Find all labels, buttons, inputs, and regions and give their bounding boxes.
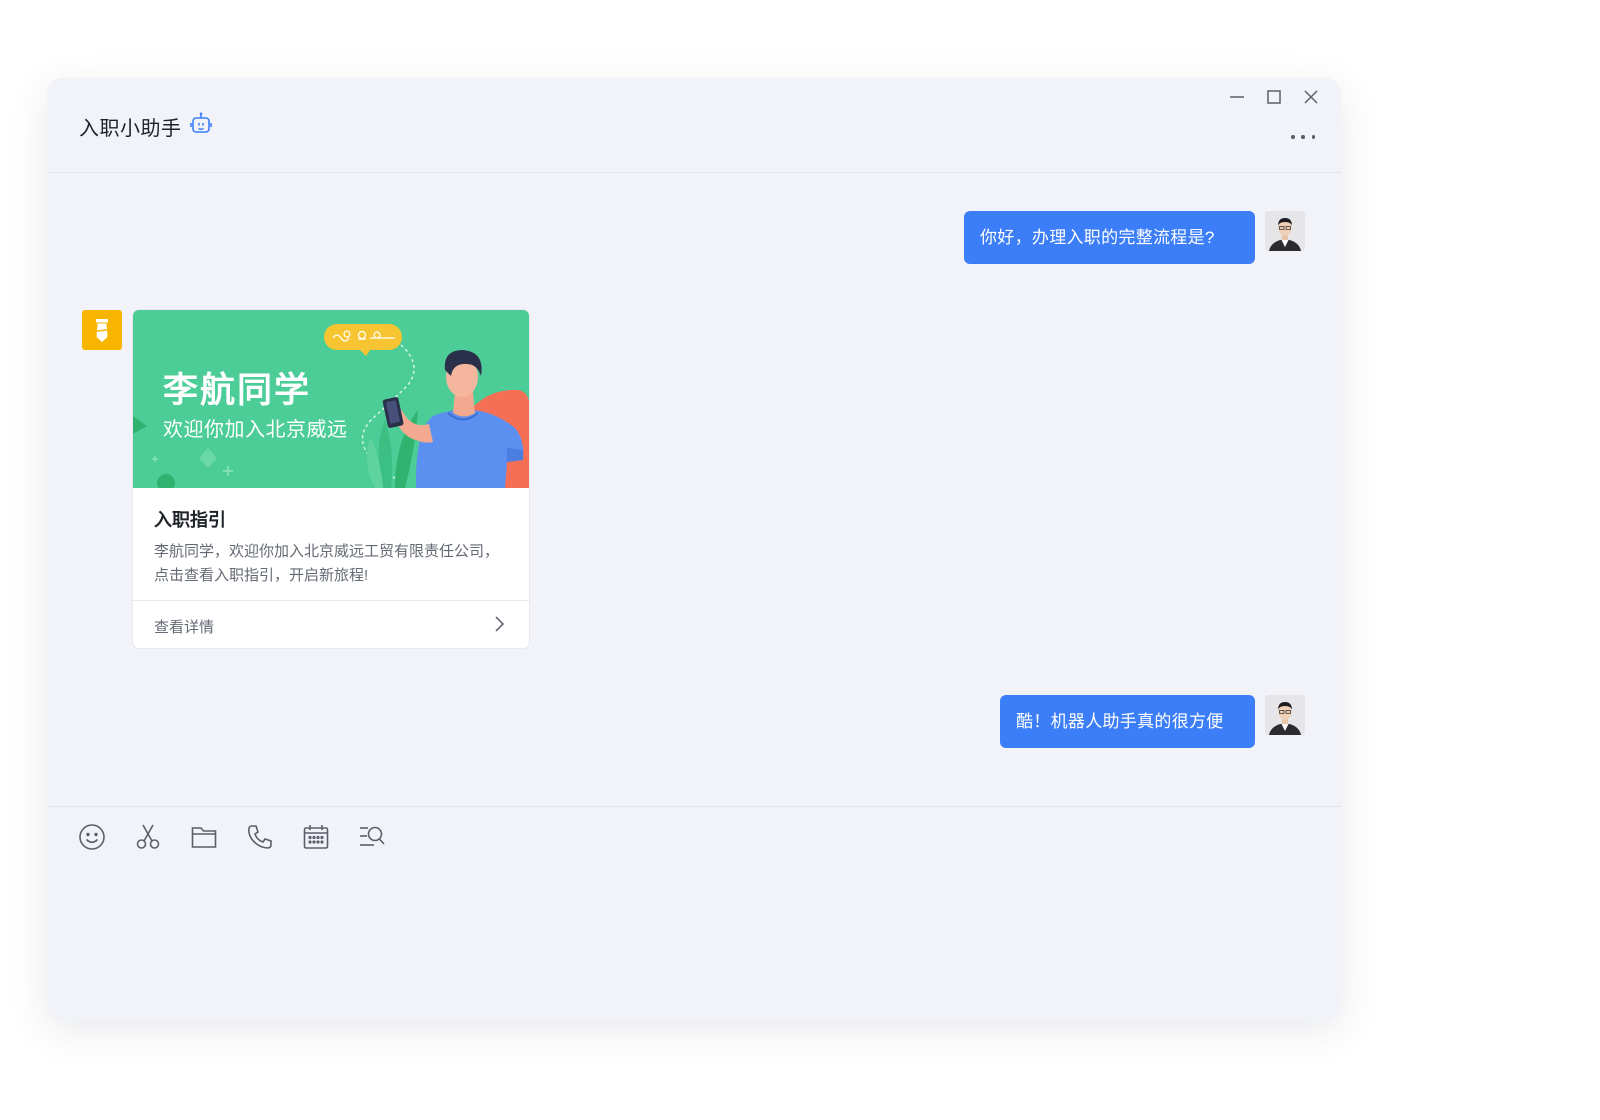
scissors-icon [136,824,160,849]
folder-icon [191,827,217,848]
more-dot [1291,135,1295,139]
message-input-area[interactable] [47,806,1341,1020]
user-avatar[interactable] [1265,695,1305,735]
input-toolbar [78,823,386,851]
calendar-button[interactable] [302,823,330,851]
call-button[interactable] [246,823,274,851]
view-details-label: 查看详情 [154,619,215,636]
close-button[interactable] [1300,86,1321,107]
chat-header: 入职小助手 [47,78,1341,173]
maximize-button[interactable] [1263,86,1284,107]
file-button[interactable] [190,823,218,851]
banner-subtitle: 欢迎你加入北京威远 [163,419,348,441]
maximize-icon [1266,89,1281,104]
more-dot [1301,135,1305,139]
search-history-button[interactable] [358,823,386,851]
card-description: 李航同学，欢迎你加入北京威远工贸有限责任公司，点击查看入职指引，开启新旅程! [154,543,500,584]
onboarding-card[interactable]: 李航同学 欢迎你加入北京威远 入职指引 李航同学，欢迎你加入北京威远工贸有限责任… [133,310,529,648]
chat-window: 入职小助手 你好，办理入职的完整流程是? 李航同学 欢迎你加入北京威远 入职指引… [47,78,1341,1020]
user-message-bubble: 酷！机器人助手真的很方便 [1000,695,1255,748]
emoji-button[interactable] [78,823,106,851]
view-details-button[interactable]: 查看详情 [133,600,529,648]
robot-icon [189,111,213,141]
bot-avatar[interactable] [82,310,122,350]
more-options-button[interactable] [1291,128,1315,146]
minimize-button[interactable] [1226,86,1247,107]
window-controls [1226,86,1321,107]
user-message-bubble: 你好，办理入职的完整流程是? [964,211,1255,264]
chat-title-text: 入职小助手 [79,117,182,140]
search-list-icon [360,826,385,846]
more-dot [1311,135,1315,139]
screenshot-button[interactable] [134,823,162,851]
card-banner: 李航同学 欢迎你加入北京威远 [133,310,529,488]
phone-icon [247,825,272,849]
user-avatar[interactable] [1265,211,1305,251]
chat-title: 入职小助手 [79,111,213,141]
calendar-icon [303,825,329,849]
banner-title: 李航同学 [163,371,312,410]
minimize-icon [1229,95,1244,98]
chevron-right-icon [493,615,505,638]
close-icon [1303,89,1318,104]
emoji-icon [79,824,105,850]
tie-icon [96,319,108,342]
card-title: 入职指引 [154,510,226,530]
